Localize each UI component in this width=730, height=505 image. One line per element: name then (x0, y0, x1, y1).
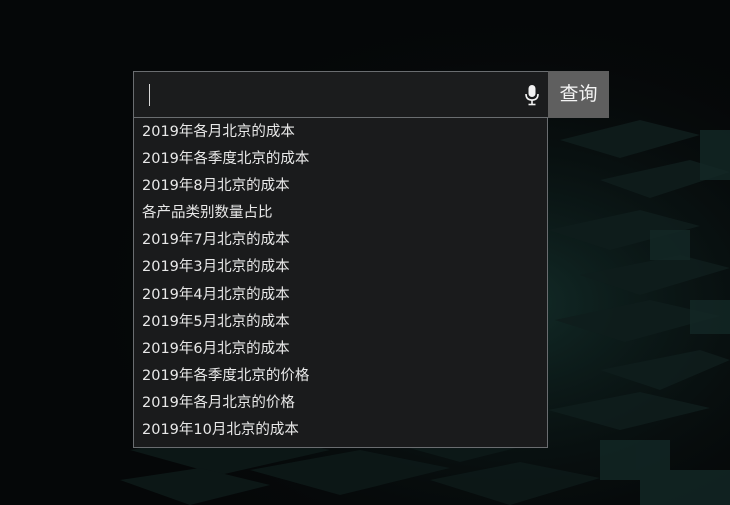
suggestion-item[interactable]: 各产品类别数量占比 (134, 200, 547, 227)
suggestion-item[interactable]: 2019年6月北京的成本 (134, 336, 547, 363)
suggestion-item[interactable]: 2019年10月北京的成本 (134, 417, 547, 444)
suggestion-item[interactable]: 2019年8月北京的成本 (134, 173, 547, 200)
text-caret (149, 84, 150, 106)
suggestion-item[interactable]: 2019年各季度北京的成本 (134, 146, 547, 173)
search-input[interactable] (133, 71, 548, 118)
search-widget: 查询 2019年各月北京的成本 2019年各季度北京的成本 2019年8月北京的… (133, 71, 609, 449)
suggestion-list: 2019年各月北京的成本 2019年各季度北京的成本 2019年8月北京的成本 … (133, 118, 548, 449)
search-bar: 查询 (133, 71, 609, 118)
suggestion-item[interactable]: 2019年各月北京的价格 (134, 390, 547, 417)
suggestion-item[interactable]: 2019年5月北京的成本 (134, 309, 547, 336)
suggestion-item[interactable]: 2019年各月北京的成本 (134, 119, 547, 146)
suggestion-item[interactable]: 2019年3月北京的成本 (134, 254, 547, 281)
suggestion-item[interactable]: 2019年7月北京的成本 (134, 227, 547, 254)
query-button[interactable]: 查询 (548, 71, 609, 118)
suggestion-item[interactable]: 2019年各季度北京的价格 (134, 363, 547, 390)
microphone-icon[interactable] (524, 84, 540, 106)
suggestion-item[interactable]: 2019年4月北京的成本 (134, 282, 547, 309)
